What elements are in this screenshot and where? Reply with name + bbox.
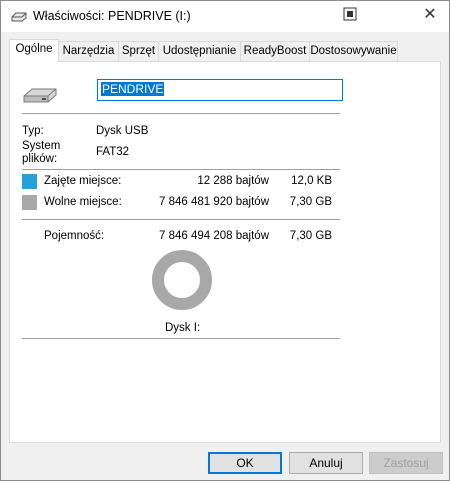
tab-customize[interactable]: Dostosowywanie (309, 41, 398, 61)
used-space-label: Zajęte miejsce: (44, 175, 122, 187)
usage-donut-chart (152, 250, 212, 310)
separator (22, 169, 340, 170)
free-space-swatch (22, 195, 37, 210)
properties-window: Właściwości: PENDRIVE (I:) ✕ Ogólne Narz… (0, 0, 450, 481)
used-space-bytes: 12 288 bajtów (197, 175, 269, 187)
apply-button[interactable]: Zastosuj (369, 452, 443, 474)
general-panel: PENDRIVE Typ: Dysk USB System plików: FA… (9, 61, 441, 443)
type-value: Dysk USB (96, 125, 149, 137)
tab-sharing[interactable]: Udostępnianie (158, 41, 241, 61)
tab-readyboost[interactable]: ReadyBoost (240, 41, 310, 61)
filesystem-value: FAT32 (96, 146, 130, 158)
separator (22, 113, 340, 114)
tab-tools[interactable]: Narzędzia (58, 41, 119, 61)
window-title: Właściwości: PENDRIVE (I:) (33, 9, 191, 23)
separator (22, 219, 340, 220)
cancel-button[interactable]: Anuluj (289, 452, 363, 474)
capacity-bytes: 7 846 494 208 bajtów (159, 230, 269, 242)
title-bar: Właściwości: PENDRIVE (I:) ✕ (1, 1, 449, 32)
free-space-label: Wolne miejsce: (44, 196, 122, 208)
help-icon[interactable] (341, 7, 359, 23)
capacity-label: Pojemność: (44, 230, 105, 242)
tab-general[interactable]: Ogólne (9, 39, 59, 62)
drive-name-field[interactable]: PENDRIVE (97, 79, 343, 101)
filesystem-label-line1: System (22, 140, 61, 152)
drive-icon (11, 12, 27, 22)
free-space-ring (152, 250, 212, 310)
free-space-bytes: 7 846 481 920 bajtów (159, 196, 269, 208)
ok-button[interactable]: OK (208, 452, 282, 474)
tab-hardware[interactable]: Sprzęt (118, 41, 159, 61)
tab-strip: Ogólne Narzędzia Sprzęt Udostępnianie Re… (9, 39, 441, 62)
filesystem-label-line2: plików: (22, 153, 58, 165)
free-space-human: 7,30 GB (289, 196, 332, 208)
dialog-buttons: OK Anuluj Zastosuj (1, 449, 449, 479)
separator (22, 338, 340, 339)
usb-drive-icon (23, 88, 57, 103)
close-button[interactable]: ✕ (419, 5, 441, 25)
drive-name-value: PENDRIVE (101, 82, 165, 96)
used-space-human: 12,0 KB (291, 175, 332, 187)
capacity-human: 7,30 GB (289, 230, 332, 242)
used-space-swatch (22, 174, 37, 189)
disk-label: Dysk I: (165, 322, 201, 334)
type-label: Typ: (22, 125, 44, 137)
